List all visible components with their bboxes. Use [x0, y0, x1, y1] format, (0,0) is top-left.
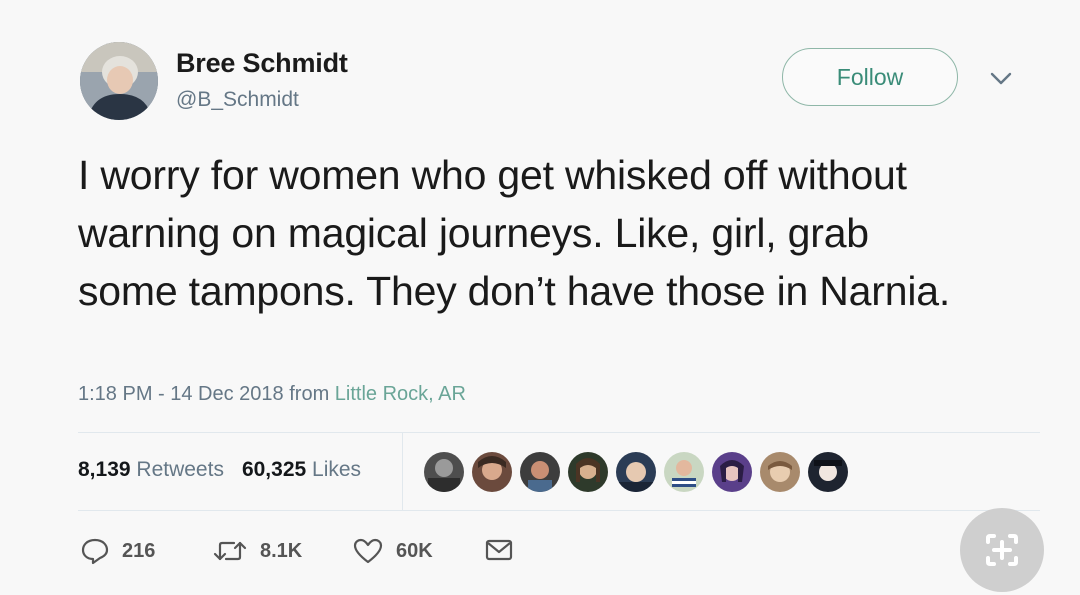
tweet-location[interactable]: Little Rock, AR — [335, 383, 466, 405]
retweets-stat[interactable]: 8,139 Retweets — [78, 458, 224, 481]
liker-avatar[interactable] — [520, 452, 560, 492]
follow-button[interactable]: Follow — [782, 48, 958, 106]
like-action[interactable]: 60K — [352, 537, 433, 565]
plus-frame-icon — [986, 534, 1018, 566]
liker-avatar[interactable] — [808, 452, 848, 492]
user-avatar[interactable] — [80, 42, 158, 120]
reply-action[interactable]: 216 — [80, 537, 155, 565]
stats-divider — [402, 432, 403, 510]
tweet-text: I worry for women who get whisked off wi… — [78, 152, 951, 314]
liker-avatar[interactable] — [712, 452, 752, 492]
like-count: 60K — [396, 539, 433, 562]
user-name[interactable]: Bree Schmidt — [176, 48, 348, 79]
heart-icon — [353, 538, 383, 564]
avatar-image — [80, 42, 158, 120]
divider-top — [78, 432, 1040, 433]
message-action[interactable] — [484, 537, 514, 563]
retweet-icon — [213, 541, 247, 561]
retweet-count: 8.1K — [260, 539, 303, 562]
liker-avatar[interactable] — [664, 452, 704, 492]
liker-avatar[interactable] — [424, 452, 464, 492]
likes-stat[interactable]: 60,325 Likes — [242, 458, 361, 481]
liker-avatar[interactable] — [760, 452, 800, 492]
engagement-stats: 8,139 Retweets 60,325 Likes — [78, 458, 361, 482]
user-handle[interactable]: @B_Schmidt — [176, 88, 299, 112]
envelope-icon — [485, 539, 513, 561]
watermark-badge — [960, 508, 1044, 592]
liker-avatar[interactable] — [472, 452, 512, 492]
reply-icon — [81, 538, 109, 565]
divider-bottom — [78, 510, 1040, 511]
chevron-down-icon[interactable] — [988, 68, 1014, 88]
retweet-action[interactable]: 8.1K — [212, 537, 302, 565]
tweet-timestamp[interactable]: 1:18 PM - 14 Dec 2018 from — [78, 383, 335, 405]
liker-avatar[interactable] — [616, 452, 656, 492]
liker-avatar[interactable] — [568, 452, 608, 492]
tweet-card: Bree Schmidt @B_Schmidt Follow I worry f… — [0, 0, 1080, 595]
reply-count: 216 — [122, 539, 156, 562]
tweet-meta: 1:18 PM - 14 Dec 2018 from Little Rock, … — [78, 383, 466, 406]
